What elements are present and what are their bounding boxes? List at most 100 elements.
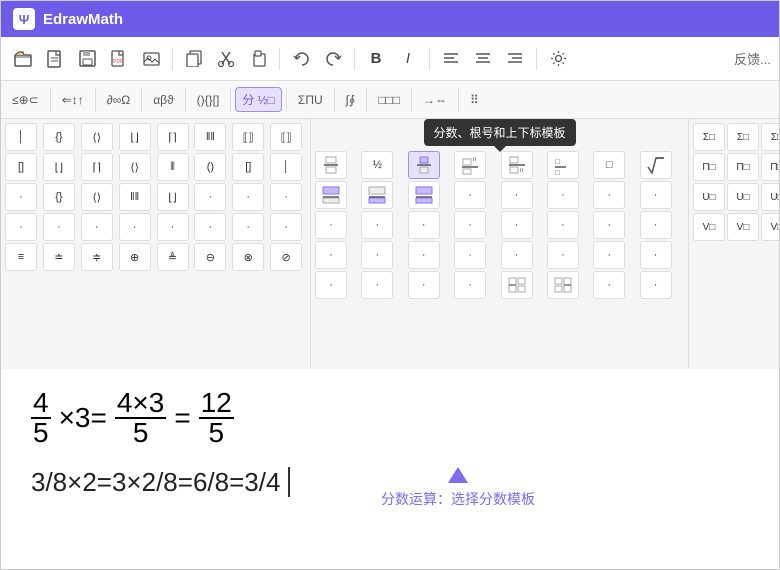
- frac-btn-r2-6[interactable]: ·: [547, 181, 579, 209]
- sym-btn[interactable]: ⌊⌋: [43, 153, 75, 181]
- sym-btn[interactable]: ⊘: [270, 243, 302, 271]
- frac-btn-r5-1[interactable]: ·: [315, 271, 347, 299]
- right-btn-u2[interactable]: U□: [727, 183, 759, 211]
- sym-btn[interactable]: │: [270, 153, 302, 181]
- right-btn-sigma1[interactable]: Σ□: [693, 123, 725, 151]
- frac-btn-r3-6[interactable]: ·: [547, 211, 579, 239]
- sym-btn[interactable]: ·: [5, 213, 37, 241]
- right-btn-pi2[interactable]: Π□: [727, 153, 759, 181]
- sym-btn[interactable]: ·: [270, 213, 302, 241]
- sym-group-integrals[interactable]: ∫∮: [339, 89, 363, 111]
- frac-btn-r4-1[interactable]: ·: [315, 241, 347, 269]
- right-btn-pi3[interactable]: Π□: [761, 153, 779, 181]
- sym-btn[interactable]: ⟨⟩: [81, 123, 113, 151]
- sym-btn[interactable]: ·: [232, 183, 264, 211]
- sym-btn[interactable]: ⟨⟩: [119, 153, 151, 181]
- frac-btn-r4-2[interactable]: ·: [361, 241, 393, 269]
- sym-btn[interactable]: ≐: [43, 243, 75, 271]
- right-btn-sigma3[interactable]: Σ□: [761, 123, 779, 151]
- frac-btn-r2-8[interactable]: ·: [640, 181, 672, 209]
- frac-btn-r4-8[interactable]: ·: [640, 241, 672, 269]
- sym-btn[interactable]: ≡: [5, 243, 37, 271]
- sym-group-geometry[interactable]: □□□: [371, 89, 407, 111]
- sym-btn[interactable]: ⟦⟧: [232, 123, 264, 151]
- frac-btn-r3-4[interactable]: ·: [454, 211, 486, 239]
- sym-btn[interactable]: (): [194, 153, 226, 181]
- frac-btn-sqrt[interactable]: [640, 151, 672, 179]
- sym-btn[interactable]: ⟦⟧: [270, 123, 302, 151]
- frac-btn-r3-2[interactable]: ·: [361, 211, 393, 239]
- frac-btn-square[interactable]: □: [593, 151, 625, 179]
- frac-btn-r3-1[interactable]: ·: [315, 211, 347, 239]
- sym-btn[interactable]: ≑: [81, 243, 113, 271]
- sym-btn[interactable]: ·: [81, 213, 113, 241]
- frac-btn-r4-6[interactable]: ·: [547, 241, 579, 269]
- paste-button[interactable]: [244, 45, 272, 73]
- right-btn-v2[interactable]: V□: [727, 213, 759, 241]
- sym-group-operators[interactable]: ≤⊕⊂: [5, 89, 46, 111]
- sym-btn[interactable]: ⦀: [157, 153, 189, 181]
- sym-btn[interactable]: {}: [43, 183, 75, 211]
- frac-btn-half[interactable]: ½: [361, 151, 393, 179]
- sym-btn[interactable]: []: [232, 153, 264, 181]
- frac-btn-r5-2[interactable]: ·: [361, 271, 393, 299]
- right-btn-sigma2[interactable]: Σ□: [727, 123, 759, 151]
- export-img-button[interactable]: [137, 45, 165, 73]
- frac-btn-template[interactable]: [408, 151, 440, 179]
- open-button[interactable]: [9, 45, 37, 73]
- sym-group-greeku[interactable]: αβϑ: [146, 89, 180, 111]
- export-pdf-button[interactable]: PDF: [105, 45, 133, 73]
- sym-btn[interactable]: ‖‖: [119, 183, 151, 211]
- frac-btn-r4-7[interactable]: ·: [593, 241, 625, 269]
- sym-btn[interactable]: ⟨⟩: [81, 183, 113, 211]
- frac-btn-r5-7[interactable]: ·: [593, 271, 625, 299]
- sym-btn[interactable]: ·: [43, 213, 75, 241]
- frac-btn-r3-7[interactable]: ·: [593, 211, 625, 239]
- right-btn-pi1[interactable]: Π□: [693, 153, 725, 181]
- feedback-button[interactable]: 反馈...: [734, 49, 771, 68]
- frac-btn-r4-4[interactable]: ·: [454, 241, 486, 269]
- save-button[interactable]: [73, 45, 101, 73]
- frac-btn-r2-4[interactable]: ·: [454, 181, 486, 209]
- sym-btn[interactable]: {}: [43, 123, 75, 151]
- frac-btn-r5-3[interactable]: ·: [408, 271, 440, 299]
- sym-group-brackets[interactable]: (){}[]: [190, 89, 227, 111]
- frac-btn-r2-2[interactable]: [361, 181, 393, 209]
- frac-btn-r4-3[interactable]: ·: [408, 241, 440, 269]
- sym-group-misc[interactable]: ⠿: [463, 89, 486, 111]
- frac-btn-exp[interactable]: n: [454, 151, 486, 179]
- frac-btn-plain[interactable]: [315, 151, 347, 179]
- sym-btn[interactable]: ·: [270, 183, 302, 211]
- sym-btn[interactable]: ·: [194, 213, 226, 241]
- sym-group-greekl[interactable]: ∂∞Ω: [100, 89, 137, 111]
- frac-btn-r5-8[interactable]: ·: [640, 271, 672, 299]
- right-btn-v3[interactable]: V□: [761, 213, 779, 241]
- sym-btn[interactable]: │: [5, 123, 37, 151]
- frac-btn-r5-4[interactable]: ·: [454, 271, 486, 299]
- right-btn-v1[interactable]: V□: [693, 213, 725, 241]
- copy-button[interactable]: [180, 45, 208, 73]
- sym-btn[interactable]: ⌈⌉: [157, 123, 189, 151]
- sym-btn[interactable]: []: [5, 153, 37, 181]
- frac-btn-r2-3[interactable]: [408, 181, 440, 209]
- frac-btn-r2-7[interactable]: ·: [593, 181, 625, 209]
- frac-btn-sub[interactable]: n: [501, 151, 533, 179]
- frac-btn-r2-5[interactable]: ·: [501, 181, 533, 209]
- italic-button[interactable]: I: [394, 45, 422, 73]
- sym-btn[interactable]: ⊖: [194, 243, 226, 271]
- frac-btn-r5-6[interactable]: [547, 271, 579, 299]
- cut-button[interactable]: [212, 45, 240, 73]
- frac-btn-r5-5[interactable]: [501, 271, 533, 299]
- align-right-button[interactable]: [501, 45, 529, 73]
- sym-btn[interactable]: ⊗: [232, 243, 264, 271]
- sym-btn[interactable]: ·: [232, 213, 264, 241]
- sym-btn[interactable]: ·: [194, 183, 226, 211]
- sym-btn[interactable]: ·: [5, 183, 37, 211]
- frac-btn-r4-5[interactable]: ·: [501, 241, 533, 269]
- sym-group-arrows2[interactable]: →⇔: [416, 89, 454, 111]
- align-left-button[interactable]: [437, 45, 465, 73]
- sym-btn[interactable]: ≜: [157, 243, 189, 271]
- undo-button[interactable]: [287, 45, 315, 73]
- frac-btn-supbar[interactable]: □□: [547, 151, 579, 179]
- frac-btn-r3-3[interactable]: ·: [408, 211, 440, 239]
